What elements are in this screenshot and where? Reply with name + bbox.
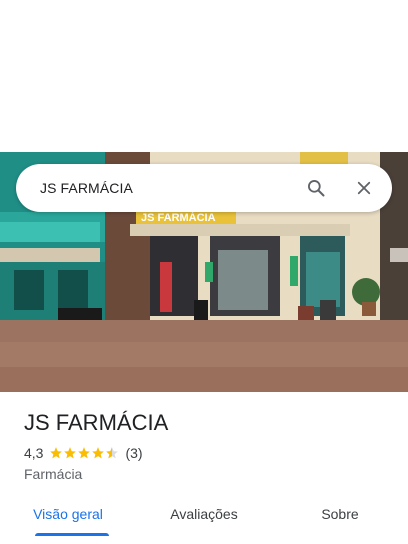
- store-sign-text: JS FARMÁCIA: [141, 211, 216, 224]
- star-rating: [49, 446, 119, 460]
- star-half-icon: [106, 447, 119, 459]
- star-full-icon: [78, 447, 91, 459]
- place-title: JS FARMÁCIA: [24, 410, 169, 435]
- tab-bar: Visão geral Avaliações Sobre: [0, 492, 408, 536]
- star-full-icon: [50, 447, 63, 459]
- top-blank-area: [0, 0, 408, 152]
- review-count[interactable]: (3): [125, 445, 142, 461]
- search-icon[interactable]: [292, 164, 340, 212]
- tab-about[interactable]: Sobre: [272, 492, 408, 536]
- search-bar[interactable]: JS FARMÁCIA: [16, 164, 392, 212]
- star-full-icon: [92, 447, 105, 459]
- search-input[interactable]: JS FARMÁCIA: [16, 180, 292, 196]
- tab-reviews[interactable]: Avaliações: [136, 492, 272, 536]
- close-icon[interactable]: [340, 164, 388, 212]
- active-tab-indicator: [35, 533, 109, 536]
- place-info-panel: JS FARMÁCIA 4,3 (3) Farmácia Visão geral…: [0, 392, 408, 544]
- star-full-icon: [64, 447, 77, 459]
- rating-value: 4,3: [24, 445, 44, 461]
- rating-row[interactable]: 4,3 (3): [24, 445, 143, 461]
- place-category: Farmácia: [24, 466, 83, 482]
- tab-overview[interactable]: Visão geral: [0, 492, 136, 536]
